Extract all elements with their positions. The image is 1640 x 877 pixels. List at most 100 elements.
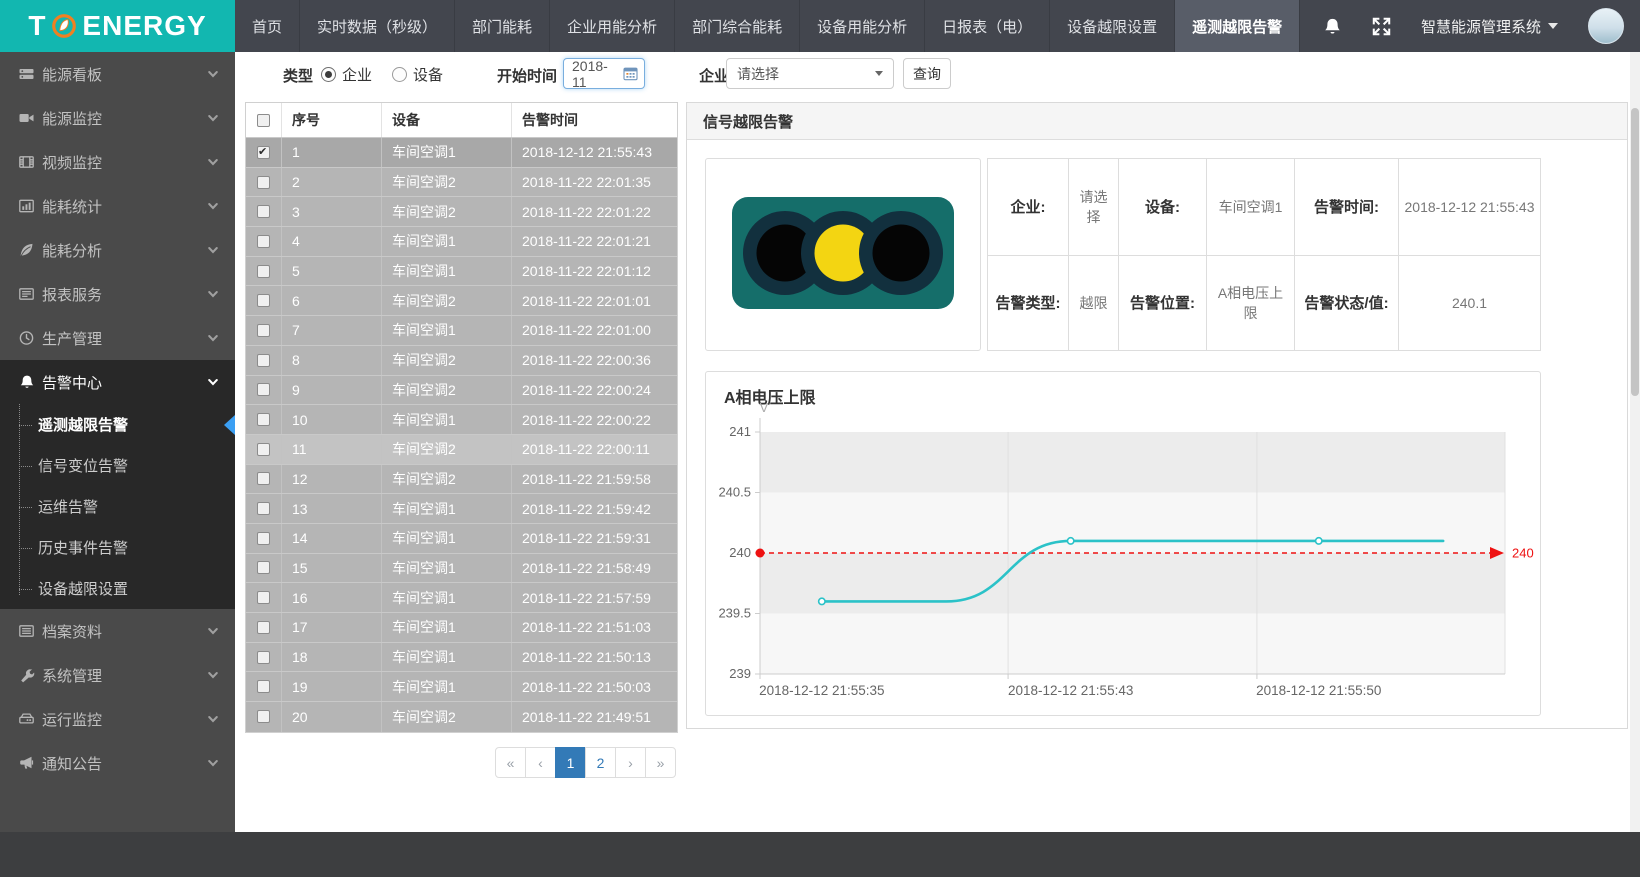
table-row[interactable]: 4车间空调12018-11-22 22:01:21 xyxy=(246,227,677,257)
table-row[interactable]: 12车间空调22018-11-22 21:59:58 xyxy=(246,465,677,495)
sidebar-subitem-遥测越限告警[interactable]: 遥测越限告警 xyxy=(0,404,235,445)
nav-item-首页[interactable]: 首页 xyxy=(235,0,300,52)
sidebar-subitem-设备越限设置[interactable]: 设备越限设置 xyxy=(0,568,235,609)
page-number-button[interactable]: 2 xyxy=(585,747,616,778)
row-checkbox[interactable] xyxy=(257,443,270,456)
row-checkbox[interactable] xyxy=(257,532,270,545)
sidebar-item-报表服务[interactable]: 报表服务 xyxy=(0,272,235,316)
type-radio-设备[interactable] xyxy=(392,67,407,82)
bullhorn-icon xyxy=(17,755,36,772)
sidebar-item-告警中心[interactable]: 告警中心 xyxy=(0,360,235,404)
nav-item-部门综合能耗[interactable]: 部门综合能耗 xyxy=(675,0,800,52)
row-checkbox[interactable] xyxy=(257,591,270,604)
sidebar-item-能耗分析[interactable]: 能耗分析 xyxy=(0,228,235,272)
table-row[interactable]: 17车间空调12018-11-22 21:51:03 xyxy=(246,613,677,643)
wrench-icon xyxy=(17,667,36,684)
sidebar-item-生产管理[interactable]: 生产管理 xyxy=(0,316,235,360)
sidebar-subitem-label: 遥测越限告警 xyxy=(38,414,128,435)
row-checkbox[interactable] xyxy=(257,235,270,248)
info-label: 告警位置: xyxy=(1118,255,1206,351)
nav-item-部门能耗[interactable]: 部门能耗 xyxy=(455,0,550,52)
sidebar-item-系统管理[interactable]: 系统管理 xyxy=(0,653,235,697)
row-no: 1 xyxy=(282,138,382,167)
page-arrow-button[interactable]: » xyxy=(645,747,676,778)
sidebar-item-能耗统计[interactable]: 能耗统计 xyxy=(0,184,235,228)
row-checkbox[interactable] xyxy=(257,205,270,218)
row-checkbox[interactable] xyxy=(257,294,270,307)
info-label: 告警类型: xyxy=(988,255,1068,351)
calendar-icon[interactable] xyxy=(623,66,638,81)
sidebar-item-能源监控[interactable]: 能源监控 xyxy=(0,96,235,140)
sidebar-item-运行监控[interactable]: 运行监控 xyxy=(0,697,235,741)
page-arrow-button[interactable]: › xyxy=(615,747,646,778)
row-no: 11 xyxy=(282,435,382,464)
table-row[interactable]: 19车间空调12018-11-22 21:50:03 xyxy=(246,672,677,702)
row-checkbox[interactable] xyxy=(257,413,270,426)
fullscreen-icon[interactable] xyxy=(1372,17,1391,36)
table-row[interactable]: 1车间空调12018-12-12 21:55:43 xyxy=(246,138,677,168)
row-checkbox[interactable] xyxy=(257,472,270,485)
enterprise-select[interactable]: 请选择 xyxy=(726,58,894,89)
row-checkbox[interactable] xyxy=(257,502,270,515)
scrollbar-thumb[interactable] xyxy=(1631,108,1639,396)
row-checkbox[interactable] xyxy=(257,710,270,723)
query-button[interactable]: 查询 xyxy=(903,58,951,89)
table-row[interactable]: 15车间空调12018-11-22 21:58:49 xyxy=(246,554,677,584)
row-checkbox[interactable] xyxy=(257,651,270,664)
table-row[interactable]: 18车间空调12018-11-22 21:50:13 xyxy=(246,643,677,673)
sidebar-menu: 能源看板能源监控视频监控能耗统计能耗分析报表服务生产管理告警中心遥测越限告警信号… xyxy=(0,52,235,785)
select-all-checkbox[interactable] xyxy=(257,114,270,127)
nav-item-实时数据（秒级）[interactable]: 实时数据（秒级） xyxy=(300,0,455,52)
table-row[interactable]: 3车间空调22018-11-22 22:01:22 xyxy=(246,197,677,227)
system-title-dropdown[interactable]: 智慧能源管理系统 xyxy=(1421,16,1558,37)
avatar[interactable] xyxy=(1588,8,1624,44)
table-row[interactable]: 5车间空调12018-11-22 22:01:12 xyxy=(246,257,677,287)
table-row[interactable]: 13车间空调12018-11-22 21:59:42 xyxy=(246,494,677,524)
page-scrollbar[interactable] xyxy=(1630,52,1640,832)
sidebar-item-能源看板[interactable]: 能源看板 xyxy=(0,52,235,96)
table-row[interactable]: 8车间空调22018-11-22 22:00:36 xyxy=(246,346,677,376)
row-checkbox[interactable] xyxy=(257,383,270,396)
row-checkbox[interactable] xyxy=(257,621,270,634)
nav-item-设备用能分析[interactable]: 设备用能分析 xyxy=(800,0,925,52)
app-logo[interactable]: T ENERGY xyxy=(0,0,235,52)
page-arrow-button[interactable]: « xyxy=(495,747,526,778)
table-row[interactable]: 20车间空调22018-11-22 21:49:51 xyxy=(246,702,677,732)
table-row[interactable]: 9车间空调22018-11-22 22:00:24 xyxy=(246,376,677,406)
row-checkbox[interactable] xyxy=(257,265,270,278)
row-checkbox[interactable] xyxy=(257,561,270,574)
sidebar-item-视频监控[interactable]: 视频监控 xyxy=(0,140,235,184)
main-content: 类型 企业设备 开始时间 2018-11 企业 请选择 查询 序号设备告警时间 … xyxy=(235,52,1630,832)
sidebar-subitem-信号变位告警[interactable]: 信号变位告警 xyxy=(0,445,235,486)
enterprise-select-value: 请选择 xyxy=(737,64,875,84)
sidebar-item-通知公告[interactable]: 通知公告 xyxy=(0,741,235,785)
nav-item-设备越限设置[interactable]: 设备越限设置 xyxy=(1050,0,1175,52)
sidebar-subitem-label: 信号变位告警 xyxy=(38,455,128,476)
type-radio-企业[interactable] xyxy=(321,67,336,82)
table-row[interactable]: 6车间空调22018-11-22 22:01:01 xyxy=(246,286,677,316)
table-row[interactable]: 7车间空调12018-11-22 22:01:00 xyxy=(246,316,677,346)
sidebar-item-label: 视频监控 xyxy=(42,152,102,173)
row-checkbox[interactable] xyxy=(257,354,270,367)
nav-item-企业用能分析[interactable]: 企业用能分析 xyxy=(550,0,675,52)
start-time-label: 开始时间 xyxy=(497,65,557,86)
sidebar-subitem-历史事件告警[interactable]: 历史事件告警 xyxy=(0,527,235,568)
row-checkbox[interactable] xyxy=(257,680,270,693)
table-row[interactable]: 11车间空调22018-11-22 22:00:11 xyxy=(246,435,677,465)
nav-item-日报表（电）[interactable]: 日报表（电） xyxy=(925,0,1050,52)
table-row[interactable]: 2车间空调22018-11-22 22:01:35 xyxy=(246,168,677,198)
nav-item-遥测越限告警[interactable]: 遥测越限告警 xyxy=(1175,0,1300,52)
row-checkbox[interactable] xyxy=(257,324,270,337)
table-row[interactable]: 16车间空调12018-11-22 21:57:59 xyxy=(246,583,677,613)
bell-icon[interactable] xyxy=(1323,17,1342,36)
info-value: 越限 xyxy=(1068,255,1118,351)
start-time-input[interactable]: 2018-11 xyxy=(563,58,645,89)
table-row[interactable]: 14车间空调12018-11-22 21:59:31 xyxy=(246,524,677,554)
sidebar-item-档案资料[interactable]: 档案资料 xyxy=(0,609,235,653)
row-checkbox[interactable] xyxy=(257,146,270,159)
sidebar-subitem-运维告警[interactable]: 运维告警 xyxy=(0,486,235,527)
row-checkbox[interactable] xyxy=(257,176,270,189)
table-row[interactable]: 10车间空调12018-11-22 22:00:22 xyxy=(246,405,677,435)
page-arrow-button[interactable]: ‹ xyxy=(525,747,556,778)
page-number-button[interactable]: 1 xyxy=(555,747,586,778)
